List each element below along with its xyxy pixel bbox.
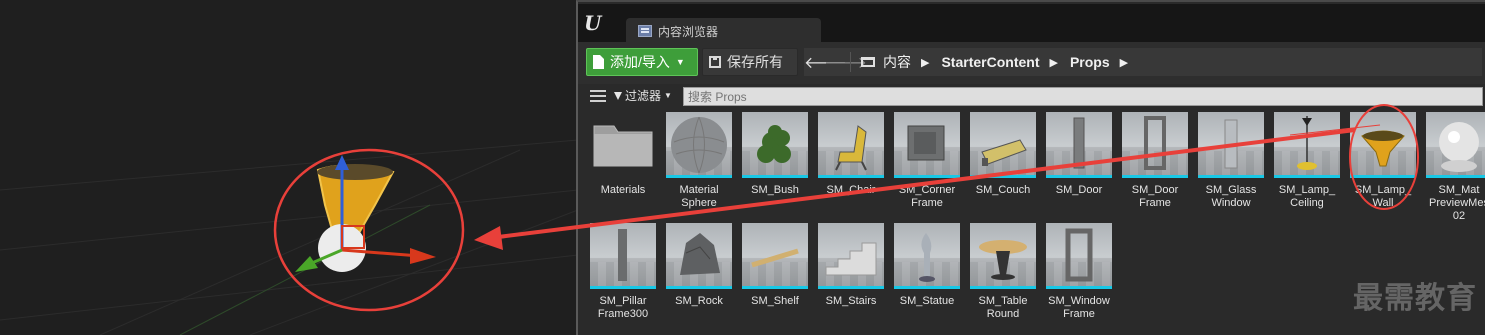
asset-thumbnail	[666, 223, 732, 289]
asset-label: SM_Door	[1055, 184, 1103, 196]
asset-tile-couch[interactable]: SM_Couch	[970, 112, 1036, 197]
unreal-logo-icon: U	[584, 11, 601, 35]
content-browser-panel: U 内容浏览器 添加/导入 ▼ 保存所有 🡐 🡒 内容 ▶ StarterCon…	[576, 0, 1485, 335]
asset-label: Materials	[600, 184, 646, 196]
asset-tile-statue[interactable]: SM_Statue	[894, 223, 960, 308]
tab-bar: U 内容浏览器	[578, 4, 1485, 44]
asset-tile-matpreview[interactable]: SM_Mat PreviewMes 02	[1426, 112, 1485, 223]
asset-label: Material Sphere	[679, 184, 719, 209]
asset-label: SM_Door Frame	[1131, 184, 1179, 209]
watermark-text: 最需教育	[1353, 281, 1477, 316]
breadcrumb-content[interactable]: 内容	[883, 52, 911, 72]
sources-toggle-icon[interactable]	[590, 90, 606, 104]
breadcrumb-startercontent[interactable]: StarterContent	[941, 54, 1039, 70]
asset-thumbnail	[1350, 112, 1416, 178]
breadcrumb-arrow-icon[interactable]: ▶	[1049, 56, 1057, 69]
back-arrow-icon[interactable]: 🡐	[804, 52, 847, 73]
new-file-icon	[593, 55, 604, 69]
asset-label: SM_Lamp_ Wall	[1354, 184, 1412, 209]
save-icon	[709, 56, 721, 68]
asset-tile-rock[interactable]: SM_Rock	[666, 223, 732, 308]
add-import-label: 添加/导入	[610, 54, 670, 70]
asset-label: SM_Pillar Frame300	[597, 295, 649, 320]
breadcrumb-arrow-icon[interactable]: ▶	[1120, 56, 1128, 69]
breadcrumb-arrow-icon[interactable]: ▶	[921, 56, 929, 69]
asset-label: SM_Window Frame	[1048, 295, 1110, 320]
asset-thumbnail	[590, 223, 656, 289]
asset-thumbnail	[742, 112, 808, 178]
asset-tile-windowframe[interactable]: SM_Window Frame	[1046, 223, 1112, 321]
tab-content-browser[interactable]: 内容浏览器	[626, 18, 821, 44]
filters-label: 过滤器	[625, 89, 662, 103]
asset-label: SM_Mat PreviewMes 02	[1429, 184, 1485, 222]
asset-tile-corner[interactable]: SM_Corner Frame	[894, 112, 960, 210]
asset-label: SM_Table Round	[978, 295, 1028, 320]
path-navigation: 🡐 🡒 内容 ▶ StarterContent ▶ Props ▶	[804, 48, 1482, 76]
chevron-down-icon: ▼	[675, 57, 685, 67]
asset-label: SM_Couch	[975, 184, 1031, 196]
asset-label: SM_Stairs	[825, 295, 877, 307]
asset-thumbnail	[1198, 112, 1264, 178]
asset-tile-doorframe[interactable]: SM_Door Frame	[1122, 112, 1188, 210]
viewport-scene	[0, 139, 578, 335]
asset-label: SM_Shelf	[751, 295, 799, 307]
asset-label: SM_Chair	[826, 184, 876, 196]
chevron-down-icon: ▼	[664, 91, 672, 100]
asset-label: SM_Lamp_ Ceiling	[1278, 184, 1336, 209]
asset-tile-glass[interactable]: SM_Glass Window	[1198, 112, 1264, 210]
asset-thumbnail	[1046, 112, 1112, 178]
asset-thumbnail	[1426, 112, 1485, 178]
asset-thumbnail	[894, 112, 960, 178]
asset-tile-stairs[interactable]: SM_Stairs	[818, 223, 884, 308]
asset-tile-folder[interactable]: Materials	[590, 112, 656, 197]
asset-thumbnail	[742, 223, 808, 289]
filters-button[interactable]: 过滤器 ▼	[614, 87, 672, 104]
asset-label: SM_Rock	[675, 295, 723, 307]
add-import-button[interactable]: 添加/导入 ▼	[586, 48, 698, 76]
asset-thumbnail	[1046, 223, 1112, 289]
breadcrumb-props[interactable]: Props	[1070, 54, 1110, 70]
save-all-button[interactable]: 保存所有	[702, 48, 798, 76]
asset-tile-door[interactable]: SM_Door	[1046, 112, 1112, 197]
asset-tile-sphere[interactable]: Material Sphere	[666, 112, 732, 210]
folder-icon[interactable]	[861, 57, 875, 67]
asset-tile-lampwall[interactable]: SM_Lamp_ Wall	[1350, 112, 1416, 210]
asset-tile-pillar[interactable]: SM_Pillar Frame300	[590, 223, 656, 321]
asset-thumbnail	[818, 112, 884, 178]
save-all-label: 保存所有	[727, 54, 783, 70]
filter-icon	[614, 91, 622, 100]
asset-tile-chair[interactable]: SM_Chair	[818, 112, 884, 197]
asset-thumbnail	[818, 223, 884, 289]
asset-tile-shelf[interactable]: SM_Shelf	[742, 223, 808, 308]
asset-thumbnail	[1122, 112, 1188, 178]
asset-tile-lampceiling[interactable]: SM_Lamp_ Ceiling	[1274, 112, 1340, 210]
level-viewport[interactable]	[0, 0, 578, 335]
asset-thumbnail	[894, 223, 960, 289]
forward-arrow-icon[interactable]: 🡒	[824, 52, 867, 73]
asset-label: SM_Glass Window	[1205, 184, 1257, 209]
nav-divider	[850, 52, 851, 72]
search-input[interactable]	[683, 87, 1483, 106]
asset-thumbnail	[970, 223, 1036, 289]
asset-tile-table[interactable]: SM_Table Round	[970, 223, 1036, 321]
tab-label: 内容浏览器	[658, 24, 719, 39]
asset-thumbnail	[666, 112, 732, 178]
asset-thumbnail	[1274, 112, 1340, 178]
asset-thumbnail	[970, 112, 1036, 178]
folder-icon	[590, 112, 656, 178]
asset-tile-bush[interactable]: SM_Bush	[742, 112, 808, 197]
asset-label: SM_Corner Frame	[898, 184, 956, 209]
filter-bar: 过滤器 ▼	[578, 84, 1485, 110]
browser-toolbar: 添加/导入 ▼ 保存所有 🡐 🡒 内容 ▶ StarterContent ▶ P…	[578, 42, 1485, 84]
asset-label: SM_Statue	[899, 295, 955, 307]
content-browser-icon	[638, 25, 652, 37]
asset-label: SM_Bush	[751, 184, 799, 196]
